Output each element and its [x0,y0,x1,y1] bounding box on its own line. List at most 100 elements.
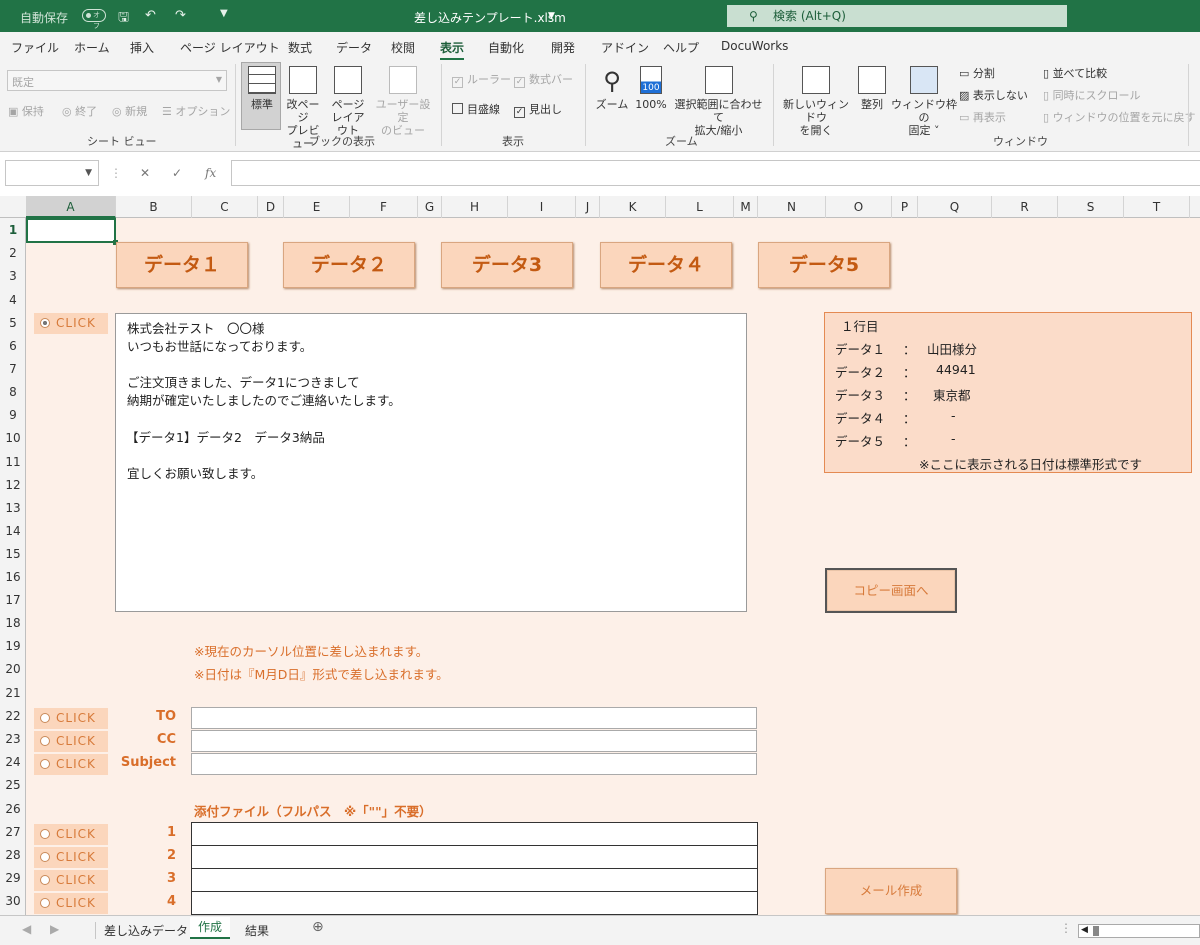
row-header[interactable]: 9 [0,408,26,422]
click-radio-attach-3[interactable]: CLICK [34,870,108,891]
zoom-100-button[interactable]: 100 100% [634,66,668,111]
unhide-button[interactable]: ▭ 再表示 [959,111,1006,124]
tab-automate[interactable]: 自動化 [488,39,524,56]
zoom-to-selection-button[interactable]: 選択範囲に合わせて 拡大/縮小 [671,66,766,137]
row-header[interactable]: 23 [0,732,26,746]
sheet-view-options[interactable]: ☰ オプション [162,105,230,118]
tab-formulas[interactable]: 数式 [288,39,312,56]
row-header[interactable]: 26 [0,802,26,816]
row-header[interactable]: 2 [0,246,26,260]
row-header[interactable]: 16 [0,570,26,584]
row-header[interactable]: 17 [0,593,26,607]
column-header-p[interactable]: P [892,196,918,218]
sheet-tab-result[interactable]: 結果 [245,922,269,939]
split-button[interactable]: ▭ 分割 [959,67,995,80]
headings-checkbox[interactable]: ✓ 見出し [514,103,562,118]
ruler-checkbox[interactable]: ✓ ルーラー [452,73,511,88]
redo-icon[interactable]: ↷ [175,8,186,23]
insert-function-icon[interactable]: fx [205,166,216,180]
column-header-b[interactable]: B [116,196,192,218]
row-header[interactable]: 24 [0,755,26,769]
column-header-c[interactable]: C [192,196,258,218]
tab-page-layout[interactable]: ページ レイアウト [180,39,280,56]
column-header-s[interactable]: S [1058,196,1124,218]
tab-file[interactable]: ファイル [11,39,59,56]
column-header-k[interactable]: K [600,196,666,218]
customize-qat-icon[interactable]: ▼ [220,8,228,19]
row-header[interactable]: 29 [0,871,26,885]
sheet-view-keep[interactable]: ▣ 保持 [8,105,44,118]
formula-input[interactable] [231,160,1200,186]
data2-button[interactable]: データ２ [283,242,415,288]
active-cell-a1[interactable] [26,218,118,245]
enter-icon[interactable]: ✓ [172,166,182,180]
click-radio-body[interactable]: CLICK [34,313,108,334]
column-header-i[interactable]: I [508,196,576,218]
row-header[interactable]: 14 [0,524,26,538]
column-header-e[interactable]: E [284,196,350,218]
column-header-f[interactable]: F [350,196,418,218]
tab-help[interactable]: ヘルプ [663,39,699,56]
row-header[interactable]: 12 [0,478,26,492]
gridlines-checkbox[interactable]: 目盛線 [452,103,500,116]
row-header[interactable]: 25 [0,778,26,792]
row-header[interactable]: 3 [0,269,26,283]
row-header[interactable]: 19 [0,639,26,653]
click-radio-attach-1[interactable]: CLICK [34,824,108,845]
click-radio-cc[interactable]: CLICK [34,731,108,752]
row-header[interactable]: 10 [0,431,26,445]
tab-addins[interactable]: アドイン [601,39,649,56]
column-header-a[interactable]: A [26,196,116,218]
row-header[interactable]: 20 [0,662,26,676]
column-header-n[interactable]: N [758,196,826,218]
formula-bar-splitter[interactable]: ⋮ [110,166,122,180]
row-header[interactable]: 21 [0,686,26,700]
cc-field[interactable] [191,730,757,752]
create-mail-button[interactable]: メール作成 [825,868,957,914]
custom-views-button[interactable]: ユーザー設定 のビュー [371,66,435,137]
subject-field[interactable] [191,753,757,775]
cancel-icon[interactable]: ✕ [140,166,150,180]
tab-data[interactable]: データ [336,39,372,56]
sheet-tab-insert-data[interactable]: 差し込みデータ [95,922,188,939]
name-box[interactable]: ▼ [5,160,99,186]
undo-icon[interactable]: ↶ [145,8,156,23]
sheet-view-new[interactable]: ◎ 新規 [112,105,147,118]
row-header[interactable]: 13 [0,501,26,515]
column-header-d[interactable]: D [258,196,284,218]
attachment-field-3[interactable] [191,868,758,892]
add-sheet-icon[interactable]: ⊕ [312,919,324,935]
row-header[interactable]: 18 [0,616,26,630]
search-box[interactable]: ⚲ 検索 (Alt+Q) [727,5,1067,27]
copy-screen-button[interactable]: コピー画面へ [825,568,957,613]
to-field[interactable] [191,707,757,729]
tab-scroll-right-icon[interactable]: ▶ [50,922,59,936]
data4-button[interactable]: データ４ [600,242,732,288]
data3-button[interactable]: データ3 [441,242,573,288]
scroll-left-icon[interactable]: ◀ [1081,925,1088,935]
attachment-field-2[interactable] [191,845,758,869]
row-header[interactable]: 6 [0,339,26,353]
click-radio-subject[interactable]: CLICK [34,754,108,775]
row-header[interactable]: 7 [0,362,26,376]
scrollbar-thumb[interactable] [1093,926,1099,936]
row-header[interactable]: 11 [0,455,26,469]
row-header[interactable]: 4 [0,293,26,307]
horizontal-scrollbar[interactable]: ◀ [1078,924,1200,938]
column-header-m[interactable]: M [734,196,758,218]
tab-scroll-left-icon[interactable]: ◀ [22,922,31,936]
chevron-down-icon[interactable]: ▼ [548,11,555,21]
click-radio-attach-2[interactable]: CLICK [34,847,108,868]
column-header-t[interactable]: T [1124,196,1190,218]
formula-bar-checkbox[interactable]: ✓ 数式バー [514,73,573,88]
sheet-view-select[interactable]: 既定 ▼ [7,70,227,91]
reset-window-position-button[interactable]: ▯ ウィンドウの位置を元に戻す [1043,111,1196,124]
column-header-o[interactable]: O [826,196,892,218]
data5-button[interactable]: データ5 [758,242,890,288]
column-header-g[interactable]: G [418,196,442,218]
worksheet-grid[interactable]: データ１ データ２ データ3 データ４ データ5 CLICK 株式会社テスト 〇… [26,218,1200,915]
sheet-view-exit[interactable]: ◎ 終了 [62,105,97,118]
tab-developer[interactable]: 開発 [551,39,575,56]
row-header[interactable]: 8 [0,385,26,399]
tab-review[interactable]: 校閲 [391,39,415,56]
